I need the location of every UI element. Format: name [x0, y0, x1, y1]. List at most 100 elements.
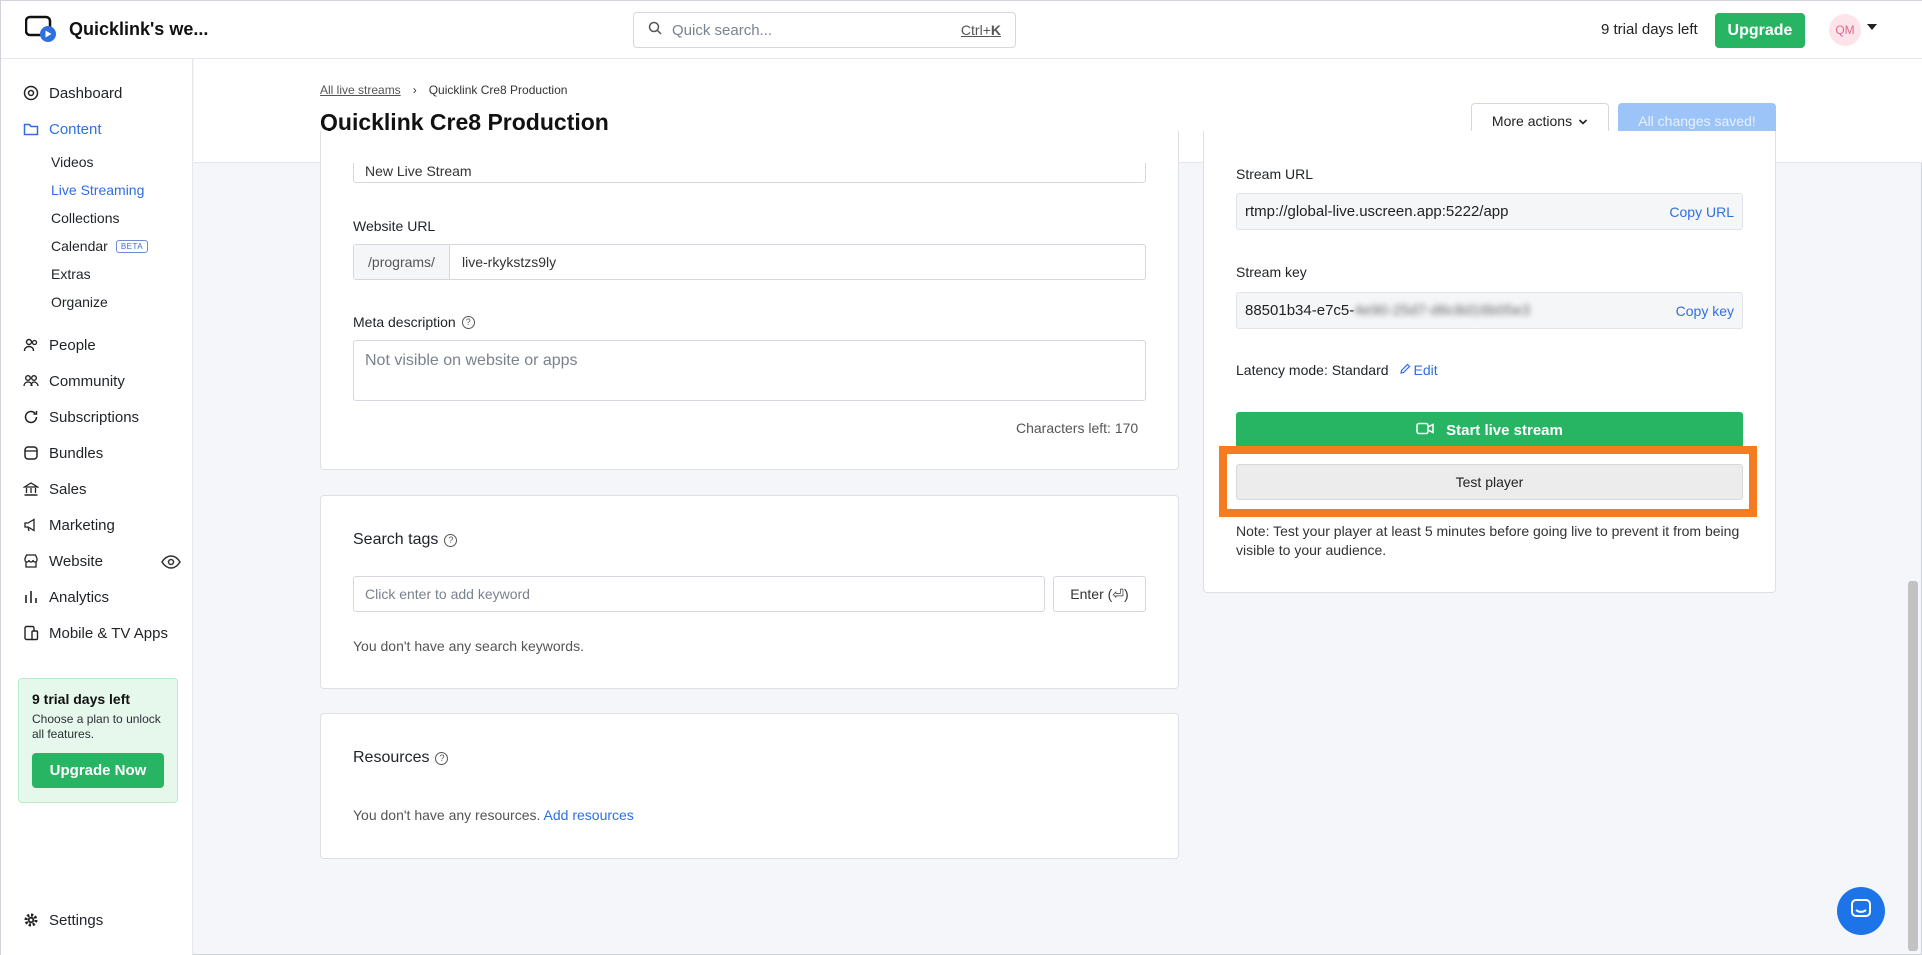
- sidebar-item-website[interactable]: Website: [23, 550, 103, 572]
- people-icon: [23, 337, 39, 353]
- sidebar-item-people[interactable]: People: [23, 334, 96, 356]
- sidebar-item-label: Sales: [49, 480, 87, 498]
- folder-icon: [23, 121, 39, 137]
- breadcrumb-separator: ›: [412, 83, 417, 97]
- brand-logo-icon: [24, 15, 57, 43]
- start-live-stream-label: Start live stream: [1446, 421, 1563, 439]
- test-player-note: Note: Test your player at least 5 minute…: [1236, 523, 1740, 558]
- breadcrumb-current: Quicklink Cre8 Production: [428, 83, 568, 97]
- help-icon[interactable]: ?: [435, 751, 449, 765]
- store-icon: [23, 553, 39, 569]
- sidebar-item-label: Bundles: [49, 444, 104, 462]
- sidebar-item-sales[interactable]: Sales: [23, 478, 87, 500]
- no-resources-label: You don't have any resources.: [353, 807, 541, 823]
- sidebar-item-settings[interactable]: Settings: [23, 909, 103, 931]
- trial-days-text: 9 trial days left: [1601, 21, 1698, 38]
- resources-title-text: Resources: [353, 749, 430, 766]
- sidebar-item-label: Settings: [49, 911, 104, 929]
- title-input[interactable]: New Live Stream: [353, 163, 1146, 183]
- stream-url-value: rtmp://global-live.uscreen.app:5222/app: [1245, 203, 1509, 220]
- upgrade-button[interactable]: Upgrade: [1715, 13, 1805, 48]
- sidebar-item-mobile-tv-apps[interactable]: Mobile & TV Apps: [23, 622, 168, 644]
- resources-title: Resources ?: [353, 749, 449, 767]
- brand-name: Quicklink's we...: [69, 18, 209, 39]
- copy-url-button[interactable]: Copy URL: [1669, 204, 1734, 220]
- sidebar-item-content[interactable]: Content: [23, 118, 102, 140]
- chevron-down-icon[interactable]: [1867, 24, 1877, 30]
- sidebar-item-dashboard[interactable]: Dashboard: [23, 82, 122, 104]
- eye-icon[interactable]: [161, 555, 181, 574]
- search-placeholder: Quick search...: [672, 21, 773, 39]
- meta-label-text: Meta description: [353, 314, 456, 330]
- enter-button-label: Enter (⏎): [1070, 585, 1129, 602]
- latency-mode: Latency mode: Standard Edit: [1236, 362, 1438, 378]
- stream-key-label: Stream key: [1236, 264, 1307, 280]
- no-keywords-text: You don't have any search keywords.: [353, 638, 584, 654]
- trial-card-desc: Choose a plan to unlock all features.: [32, 712, 161, 741]
- chat-support-button[interactable]: [1837, 887, 1885, 935]
- stream-url-label: Stream URL: [1236, 166, 1314, 182]
- resources-card: [320, 713, 1179, 859]
- sidebar-subitem-live-streaming[interactable]: Live Streaming: [51, 180, 144, 200]
- devices-icon: [23, 625, 39, 641]
- stream-key-hidden: 4e90-25d7-d6c8d16b05e3: [1354, 302, 1531, 319]
- sidebar-subitem-extras[interactable]: Extras: [51, 264, 91, 284]
- sidebar-item-analytics[interactable]: Analytics: [23, 586, 109, 608]
- test-player-button[interactable]: Test player: [1236, 464, 1743, 500]
- no-resources-text: You don't have any resources. Add resour…: [353, 807, 634, 823]
- bank-icon: [23, 481, 39, 497]
- sidebar-subitem-calendar[interactable]: Calendar BETA: [51, 236, 149, 256]
- beta-badge: BETA: [115, 239, 149, 253]
- start-live-stream-button[interactable]: Start live stream: [1236, 412, 1743, 448]
- sidebar-item-label: Dashboard: [49, 84, 123, 102]
- search-shortcut: Ctrl+K: [960, 22, 1001, 38]
- megaphone-icon: [23, 517, 39, 533]
- latency-mode-text: Latency mode: Standard: [1236, 362, 1389, 378]
- sidebar-subitem-organize[interactable]: Organize: [51, 292, 108, 312]
- chevron-down-icon: [1578, 113, 1588, 129]
- sidebar-item-label: Content: [49, 120, 102, 138]
- more-actions-label: More actions: [1491, 113, 1573, 129]
- website-url-input[interactable]: /programs/ live-rkykstzs9ly: [353, 244, 1146, 280]
- sidebar-item-label: Calendar: [51, 238, 108, 254]
- help-icon[interactable]: ?: [461, 315, 475, 329]
- enter-keyword-button[interactable]: Enter (⏎): [1053, 576, 1146, 612]
- url-slug: live-rkykstzs9ly: [462, 254, 557, 270]
- help-icon[interactable]: ?: [444, 533, 458, 547]
- breadcrumb-all-live-streams[interactable]: All live streams: [320, 83, 401, 97]
- avatar[interactable]: QM: [1829, 14, 1861, 46]
- page-scrollbar[interactable]: [1908, 581, 1918, 951]
- upgrade-now-button[interactable]: Upgrade Now: [32, 753, 164, 788]
- meta-description-textarea[interactable]: Not visible on website or apps: [353, 340, 1146, 401]
- sidebar-item-bundles[interactable]: Bundles: [23, 442, 103, 464]
- edit-latency-link[interactable]: Edit: [1399, 362, 1438, 378]
- sidebar-item-subscriptions[interactable]: Subscriptions: [23, 406, 139, 428]
- sidebar-item-label: Subscriptions: [49, 408, 140, 426]
- keyword-input[interactable]: Click enter to add keyword: [353, 576, 1045, 612]
- sidebar-item-label: People: [49, 336, 96, 354]
- url-prefix: /programs/: [354, 245, 450, 279]
- breadcrumb: All live streams › Quicklink Cre8 Produc…: [320, 83, 567, 97]
- stream-key-field[interactable]: 88501b34-e7c5- 4e90-25d7-d6c8d16b05e3 Co…: [1236, 292, 1743, 329]
- bar-chart-icon: [23, 589, 39, 605]
- add-resources-link[interactable]: Add resources: [544, 807, 634, 823]
- gear-icon: [23, 912, 39, 928]
- sidebar-subitem-collections[interactable]: Collections: [51, 208, 119, 228]
- stream-key-visible: 88501b34-e7c5-: [1245, 302, 1355, 319]
- stream-url-field[interactable]: rtmp://global-live.uscreen.app:5222/app …: [1236, 193, 1743, 230]
- top-bar: Quicklink's we... Quick search... Ctrl+K…: [1, 1, 1922, 59]
- sidebar-item-label: Website: [49, 552, 103, 570]
- sidebar-item-marketing[interactable]: Marketing: [23, 514, 115, 536]
- sidebar-item-label: Community: [49, 372, 125, 390]
- sidebar-item-label: Mobile & TV Apps: [49, 624, 168, 642]
- copy-key-button[interactable]: Copy key: [1676, 303, 1734, 319]
- search-tags-title-text: Search tags: [353, 531, 439, 548]
- quick-search-input[interactable]: Quick search... Ctrl+K: [633, 12, 1016, 48]
- sidebar-item-label: Analytics: [49, 588, 110, 606]
- keyword-placeholder: Click enter to add keyword: [365, 586, 530, 602]
- dashboard-icon: [23, 85, 39, 101]
- edit-label: Edit: [1413, 362, 1438, 378]
- sidebar-item-community[interactable]: Community: [23, 370, 125, 392]
- sidebar-subitem-videos[interactable]: Videos: [51, 152, 94, 172]
- brand[interactable]: Quicklink's we...: [24, 15, 209, 43]
